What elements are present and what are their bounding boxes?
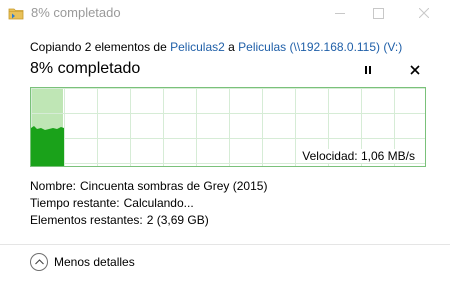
detail-key: Nombre: (30, 179, 77, 193)
pause-button[interactable] (362, 63, 374, 77)
minimize-button[interactable] (320, 0, 360, 26)
detail-row-items: Elementos restantes: 2 (3,69 GB) (30, 212, 267, 229)
close-icon (419, 8, 429, 18)
copy-description: Copiando 2 elementos de Peliculas2 a Pel… (30, 40, 402, 54)
detail-value: 2 (3,69 GB) (146, 213, 209, 227)
close-button[interactable] (404, 0, 444, 26)
window-title: 8% completado (31, 5, 121, 20)
copy-connector: a (224, 40, 239, 54)
footer-divider (0, 244, 450, 245)
title-bar: 8% completado (0, 0, 450, 28)
source-folder-link[interactable]: Peliculas2 (170, 40, 225, 54)
detail-key: Elementos restantes: (30, 213, 143, 227)
minimize-icon (335, 12, 345, 14)
speed-label: Velocidad: 1,06 MB/s (300, 149, 417, 163)
less-details-label: Menos detalles (54, 255, 135, 269)
transfer-graph: Velocidad: 1,06 MB/s (30, 87, 426, 167)
pause-icon (365, 66, 367, 74)
less-details-button[interactable]: Menos detalles (30, 252, 135, 272)
cancel-button[interactable] (409, 64, 421, 76)
copy-prefix: Copiando 2 elementos de (30, 40, 171, 54)
folder-copy-icon (8, 8, 24, 20)
close-icon (410, 65, 420, 75)
destination-folder-link[interactable]: Peliculas (\\192.168.0.115) (V:) (238, 40, 402, 54)
chevron-up-icon (30, 253, 48, 271)
detail-key: Tiempo restante: (30, 196, 120, 210)
maximize-icon (372, 7, 384, 19)
detail-value: Cincuenta sombras de Grey (2015) (80, 179, 268, 193)
speed-area (31, 126, 64, 166)
detail-row-time: Tiempo restante: Calculando... (30, 195, 267, 212)
detail-value: Calculando... (123, 196, 194, 210)
details-panel: Nombre: Cincuenta sombras de Grey (2015) … (30, 178, 267, 229)
maximize-button[interactable] (358, 0, 398, 26)
detail-row-name: Nombre: Cincuenta sombras de Grey (2015) (30, 178, 267, 195)
progress-title: 8% completado (30, 60, 141, 77)
